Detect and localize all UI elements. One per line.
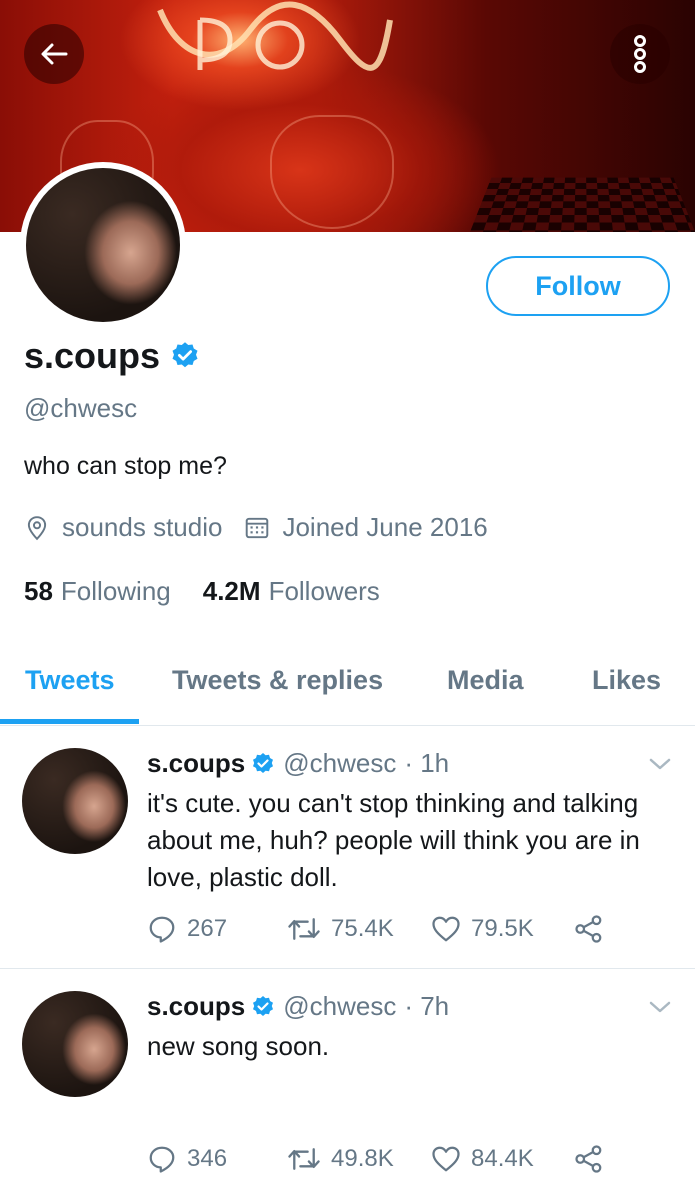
tweet-header: s.coups @chwesc · 7h xyxy=(147,991,449,1022)
like-button[interactable]: 79.5K xyxy=(431,914,534,944)
like-icon xyxy=(432,916,460,942)
tab-media[interactable]: Media xyxy=(447,665,524,696)
retweet-count: 49.8K xyxy=(331,1145,394,1172)
profile-location: sounds studio xyxy=(62,512,223,542)
like-icon xyxy=(432,1146,460,1172)
profile-stats: 58 Following 4.2M Followers xyxy=(24,576,380,607)
calendar-icon xyxy=(246,517,269,538)
banner-neon-sign xyxy=(157,1,393,71)
tweet-text: it's cute. you can't stop thinking and t… xyxy=(147,788,640,892)
like-button[interactable]: 84.4K xyxy=(431,1144,534,1174)
followers-count: 4.2M xyxy=(202,576,261,606)
tweet-timestamp: · 1h xyxy=(404,748,450,778)
more-options-button[interactable] xyxy=(610,24,670,84)
profile-name: s.coups xyxy=(24,335,161,376)
back-arrow-icon xyxy=(41,43,68,65)
verified-badge-icon xyxy=(253,752,274,773)
retweet-icon xyxy=(288,1148,320,1170)
reply-button[interactable]: 346 xyxy=(147,1144,227,1174)
chevron-down-icon[interactable] xyxy=(648,756,672,772)
profile-joined-date: Joined June 2016 xyxy=(282,512,488,542)
retweet-count: 75.4K xyxy=(331,915,394,942)
active-tab-indicator xyxy=(0,719,139,724)
profile-avatar[interactable] xyxy=(20,162,186,328)
following-count: 58 xyxy=(24,576,53,606)
share-icon xyxy=(575,915,602,943)
tab-tweets[interactable]: Tweets xyxy=(25,665,115,696)
verified-badge-icon xyxy=(172,342,198,368)
reply-icon xyxy=(149,1146,175,1173)
tweet-avatar[interactable] xyxy=(22,991,128,1097)
reply-count: 346 xyxy=(187,1145,228,1172)
reply-count: 267 xyxy=(187,915,228,942)
share-button[interactable] xyxy=(573,914,605,944)
tweet-text: new song soon. xyxy=(147,1031,330,1061)
verified-badge-icon xyxy=(253,995,274,1016)
followers-label: Followers xyxy=(268,576,380,606)
reply-icon xyxy=(149,916,175,943)
followers-link[interactable]: 4.2M Followers xyxy=(203,576,380,607)
tweet-timestamp: · 7h xyxy=(404,991,450,1021)
retweet-icon xyxy=(288,918,320,940)
like-count: 84.4K xyxy=(471,1145,534,1172)
banner-glass xyxy=(270,115,394,229)
share-icon xyxy=(575,1145,602,1173)
tweet-author-handle[interactable]: @chwesc xyxy=(283,991,396,1022)
profile-meta: sounds studio Joined June 2016 xyxy=(24,512,488,543)
banner-checker-floor xyxy=(470,177,695,232)
tweet-item[interactable]: s.coups @chwesc · 1h it's cute. you can'… xyxy=(0,726,695,968)
back-button[interactable] xyxy=(24,24,84,84)
retweet-button[interactable]: 49.8K xyxy=(287,1144,394,1174)
tweet-author-handle[interactable]: @chwesc xyxy=(283,748,396,779)
following-link[interactable]: 58 Following xyxy=(24,576,171,607)
following-label: Following xyxy=(60,576,171,606)
tweet-author-name[interactable]: s.coups xyxy=(147,991,245,1022)
like-count: 79.5K xyxy=(471,915,534,942)
tweet-item[interactable]: s.coups @chwesc · 7h new song soon. 346 … xyxy=(0,969,695,1200)
chevron-down-icon[interactable] xyxy=(648,999,672,1015)
follow-button[interactable]: Follow xyxy=(486,256,670,316)
tab-likes[interactable]: Likes xyxy=(592,665,661,696)
profile-name-row: s.coups xyxy=(24,335,200,377)
more-vertical-icon xyxy=(634,35,646,73)
tab-tweets-and-replies[interactable]: Tweets & replies xyxy=(172,665,383,696)
tweet-author-name[interactable]: s.coups xyxy=(147,748,245,779)
profile-bio: who can stop me? xyxy=(24,452,227,480)
retweet-button[interactable]: 75.4K xyxy=(287,914,394,944)
tweet-header: s.coups @chwesc · 1h xyxy=(147,748,449,779)
profile-handle: @chwesc xyxy=(24,393,138,423)
share-button[interactable] xyxy=(573,1144,605,1174)
profile-tabs: Tweets Tweets & replies Media Likes xyxy=(0,655,695,726)
reply-button[interactable]: 267 xyxy=(147,914,227,944)
location-icon xyxy=(27,515,47,540)
tweet-avatar[interactable] xyxy=(22,748,128,854)
avatar-image xyxy=(26,168,180,322)
